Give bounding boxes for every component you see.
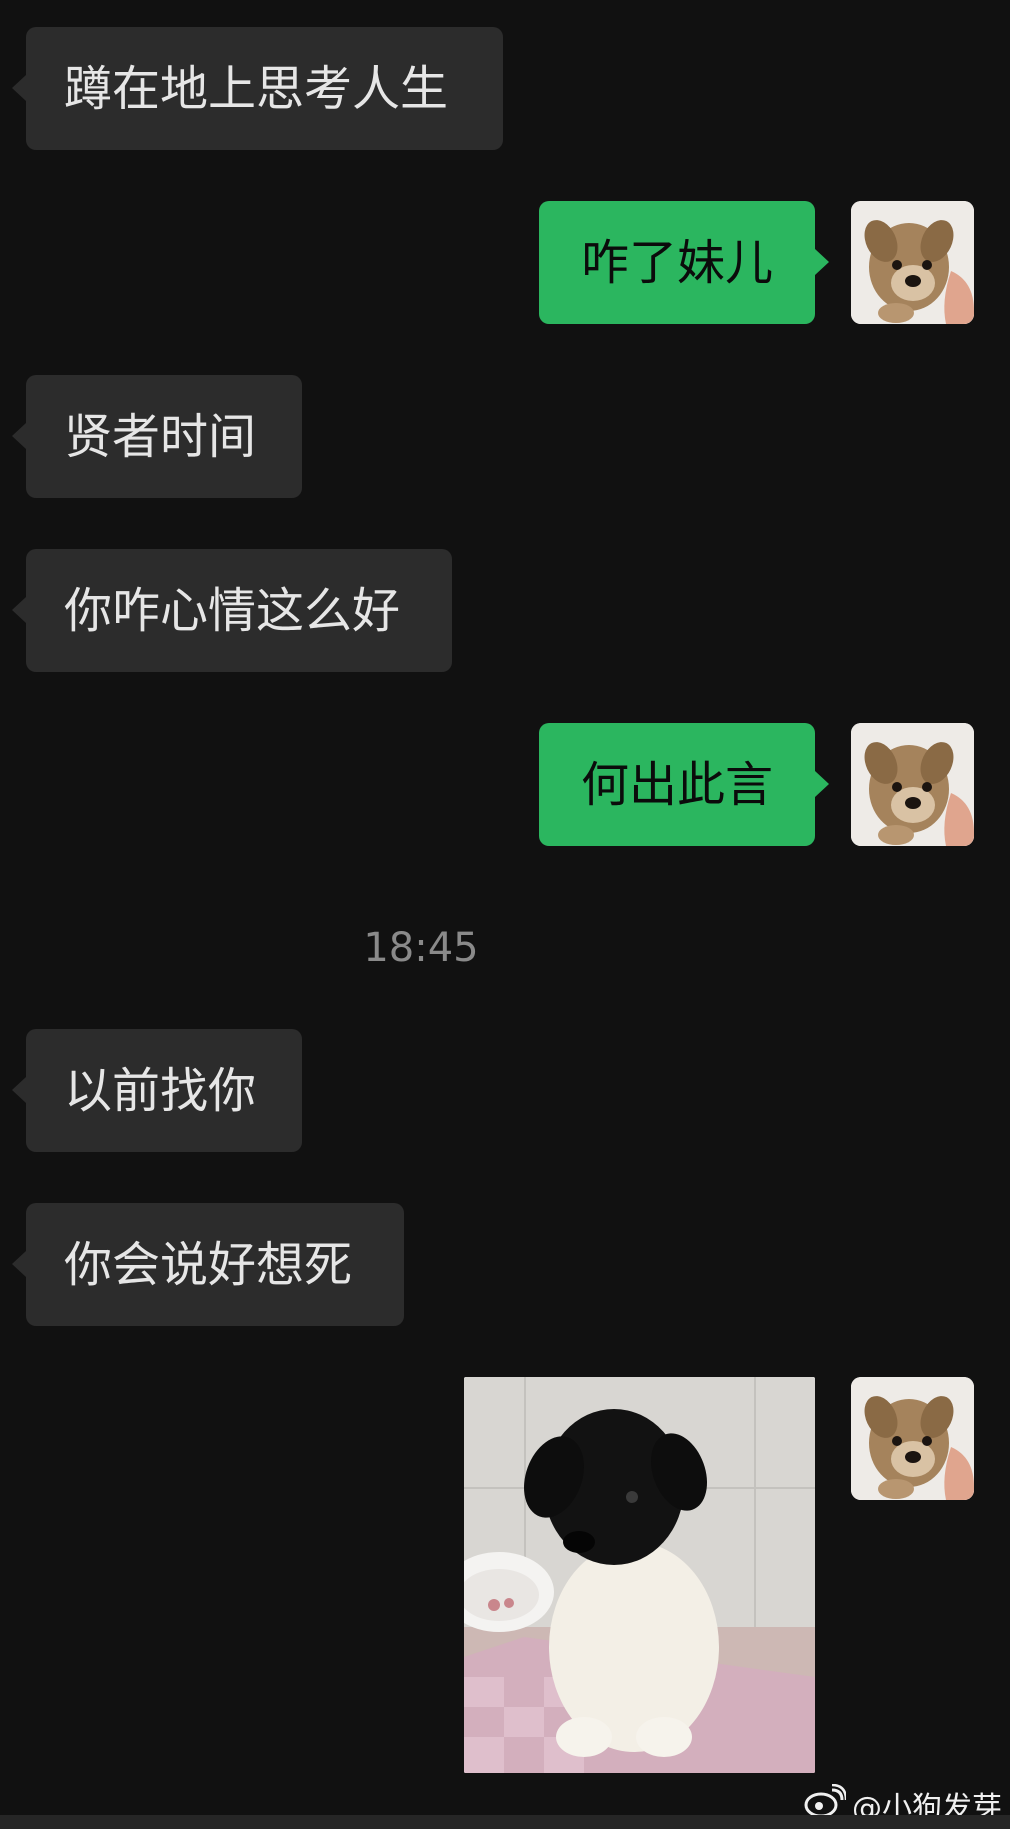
avatar[interactable] (851, 201, 974, 324)
incoming-message-bubble[interactable]: 贤者时间 (26, 375, 302, 498)
message-text: 咋了妹儿 (580, 234, 773, 291)
image-message[interactable] (464, 1377, 815, 1773)
message-text: 贤者时间 (64, 408, 257, 465)
incoming-message-bubble[interactable]: 以前找你 (26, 1029, 302, 1152)
incoming-message-bubble[interactable]: 你会说好想死 (26, 1203, 404, 1326)
avatar[interactable] (851, 723, 974, 846)
bottom-bar (0, 1815, 1010, 1829)
puppy-avatar-icon (851, 201, 974, 324)
timestamp: 18:45 (363, 925, 479, 971)
incoming-message-bubble[interactable]: 你咋心情这么好 (26, 549, 452, 672)
message-text: 你咋心情这么好 (64, 582, 401, 639)
puppy-avatar-icon (851, 723, 974, 846)
bubble-tail (815, 771, 829, 797)
bubble-tail (12, 423, 26, 449)
avatar[interactable] (851, 1377, 974, 1500)
incoming-message-bubble[interactable]: 蹲在地上思考人生 (26, 27, 503, 150)
bubble-tail (12, 597, 26, 623)
message-text: 你会说好想死 (64, 1236, 353, 1293)
outgoing-message-bubble[interactable]: 咋了妹儿 (539, 201, 815, 324)
outgoing-message-bubble[interactable]: 何出此言 (539, 723, 815, 846)
black-white-puppy-photo (464, 1377, 815, 1773)
message-text: 何出此言 (580, 756, 773, 813)
bubble-tail (12, 1251, 26, 1277)
bubble-tail (12, 75, 26, 101)
puppy-avatar-icon (851, 1377, 974, 1500)
bubble-tail (815, 249, 829, 275)
bubble-tail (12, 1077, 26, 1103)
message-text: 以前找你 (64, 1062, 257, 1119)
message-text: 蹲在地上思考人生 (64, 60, 449, 117)
